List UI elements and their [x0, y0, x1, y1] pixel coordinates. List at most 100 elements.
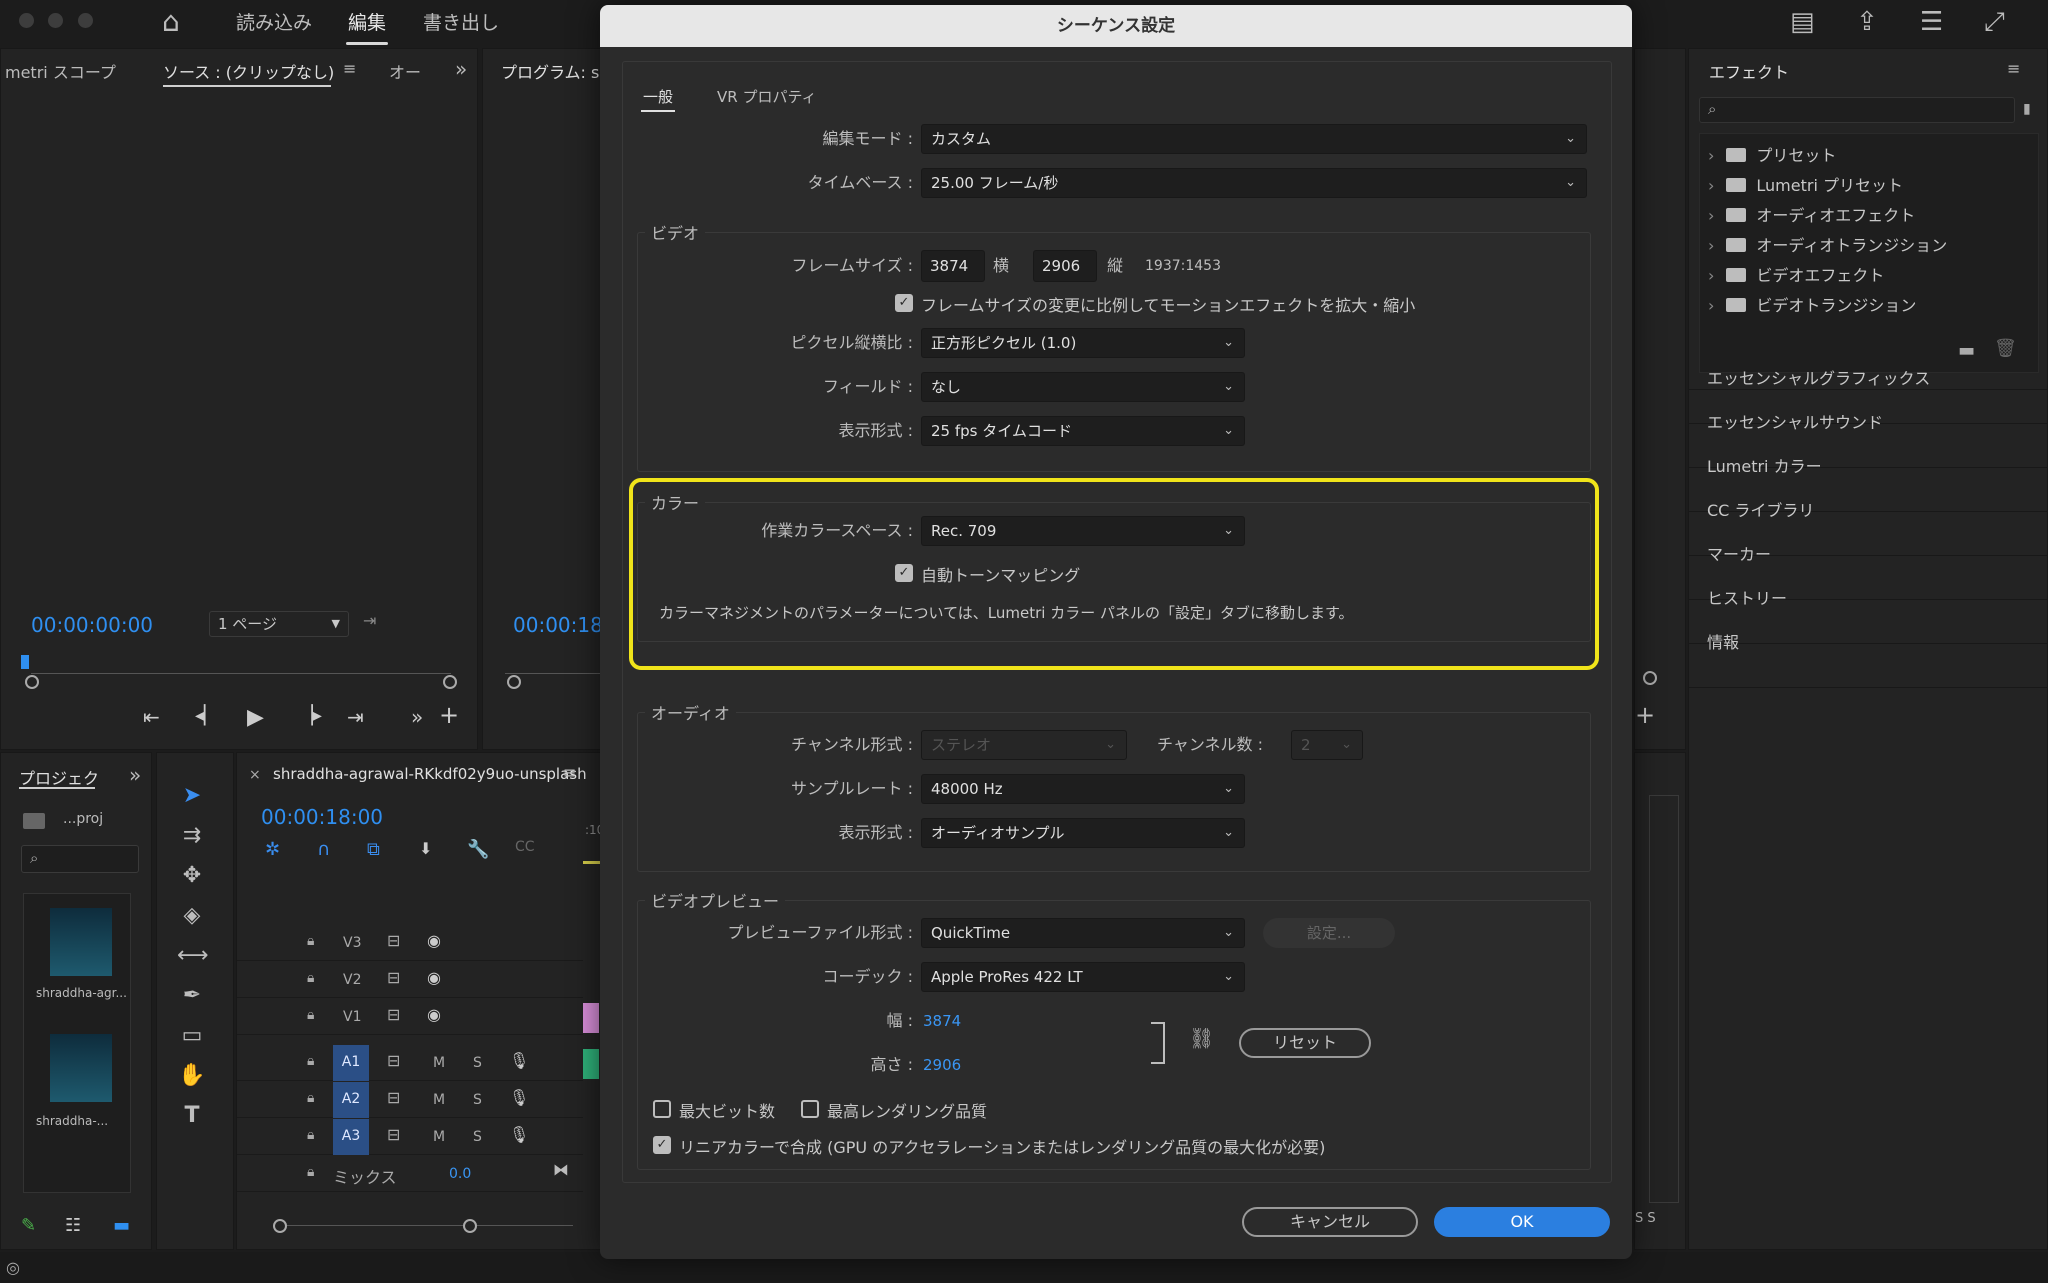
section-markers[interactable]: マーカー: [1707, 541, 1771, 565]
sample-rate-select[interactable]: 48000 Hz ⌄: [921, 774, 1245, 804]
fields-select[interactable]: なし ⌄: [921, 372, 1245, 402]
share-icon[interactable]: ⇪: [1856, 8, 1878, 36]
timeline-scrollbar[interactable]: [273, 1225, 573, 1226]
panel-menu-icon[interactable]: ≡: [343, 59, 356, 78]
mute-button[interactable]: M: [433, 1055, 445, 1071]
max-bit-depth-checkbox[interactable]: [653, 1100, 671, 1118]
lock-icon[interactable]: 🔒︎: [307, 1127, 314, 1143]
preview-height-value[interactable]: 2906: [923, 1050, 961, 1080]
selection-tool-icon[interactable]: ➤: [177, 783, 207, 808]
tab-lumetri-scope[interactable]: metri スコープ: [5, 59, 116, 83]
timebase-select[interactable]: 25.00 フレーム/秒 ⌄: [921, 168, 1587, 198]
track-label[interactable]: A3: [333, 1119, 369, 1155]
clip-thumbnail[interactable]: [50, 908, 112, 976]
edit-mode-select[interactable]: カスタム ⌄: [921, 124, 1587, 154]
lock-icon[interactable]: 🔒︎: [307, 1007, 314, 1023]
more-tabs-icon[interactable]: »: [129, 763, 141, 787]
video-display-select[interactable]: 25 fps タイムコード ⌄: [921, 416, 1245, 446]
creative-cloud-icon[interactable]: ◎: [6, 1258, 20, 1277]
tree-item-video-effects[interactable]: › ビデオエフェクト: [1708, 262, 1884, 286]
preview-settings-button[interactable]: 設定...: [1263, 918, 1395, 948]
tonemap-checkbox[interactable]: ✓: [895, 564, 913, 582]
eye-icon[interactable]: ◉: [427, 968, 441, 987]
tab-program[interactable]: プログラム: sh: [501, 59, 609, 83]
ok-button[interactable]: OK: [1434, 1207, 1610, 1237]
microphone-icon[interactable]: 🎙︎: [509, 1088, 529, 1107]
effects-search-input[interactable]: ⌕: [1699, 97, 2015, 123]
sequence-thumbnail[interactable]: [50, 1034, 112, 1102]
video-clip[interactable]: [583, 1003, 599, 1033]
track-label[interactable]: V3: [343, 935, 361, 951]
section-essential-sound[interactable]: エッセンシャルサウンド: [1707, 409, 1883, 433]
mark-in-icon[interactable]: ⇤: [143, 705, 160, 729]
sync-lock-icon[interactable]: ⊟: [387, 1125, 400, 1144]
timeline-timecode[interactable]: 00:00:18:00: [261, 805, 383, 829]
lock-icon[interactable]: 🔒︎: [307, 1164, 314, 1180]
track-label[interactable]: V2: [343, 972, 361, 988]
effects-title[interactable]: エフェクト: [1709, 59, 1789, 83]
max-render-quality-checkbox[interactable]: [801, 1100, 819, 1118]
frame-height-input[interactable]: 2906: [1033, 250, 1097, 282]
audio-clip[interactable]: [583, 1049, 599, 1079]
frame-width-input[interactable]: 3874: [921, 250, 985, 282]
page-select[interactable]: 1 ページ ▼: [209, 611, 349, 637]
track-label[interactable]: A1: [333, 1045, 369, 1081]
tree-item-video-transitions[interactable]: › ビデオトランジション: [1708, 292, 1916, 316]
close-tab-icon[interactable]: ×: [249, 767, 261, 783]
more-controls-icon[interactable]: »: [411, 705, 423, 729]
section-cc-libraries[interactable]: CC ライブラリ: [1707, 497, 1814, 521]
insert-icon[interactable]: ⇥: [363, 611, 376, 630]
source-playhead[interactable]: [21, 655, 29, 669]
zoom-handle-right[interactable]: [443, 675, 457, 689]
tab-project[interactable]: プロジェク: [19, 765, 99, 789]
panel-menu-icon[interactable]: ≡: [563, 763, 576, 782]
tree-item-presets[interactable]: › プリセット: [1708, 142, 1836, 166]
home-icon[interactable]: ⌂: [162, 8, 180, 36]
mute-button[interactable]: M: [433, 1092, 445, 1108]
ripple-edit-tool-icon[interactable]: ✥: [177, 863, 207, 888]
section-essential-graphics[interactable]: エッセンシャルグラフィックス: [1707, 365, 1930, 389]
solo-button[interactable]: S: [473, 1055, 482, 1071]
mix-value[interactable]: 0.0: [449, 1166, 471, 1182]
nest-icon[interactable]: ✲: [265, 839, 280, 860]
slip-tool-icon[interactable]: ⟷: [177, 943, 209, 968]
project-search-input[interactable]: ⌕: [21, 845, 139, 873]
preview-format-select[interactable]: QuickTime ⌄: [921, 918, 1245, 948]
sync-lock-icon[interactable]: ⊟: [387, 1088, 400, 1107]
program-timecode[interactable]: 00:00:18:: [513, 613, 610, 637]
zoom-handle-right[interactable]: [1643, 671, 1657, 685]
icon-view-icon[interactable]: ▬: [113, 1215, 130, 1236]
linked-selection-icon[interactable]: ⧉: [367, 839, 380, 860]
hand-tool-icon[interactable]: ✋: [177, 1063, 207, 1088]
link-icon[interactable]: ⛓: [1189, 1026, 1214, 1050]
scroll-handle-right[interactable]: [463, 1219, 477, 1233]
add-button-icon[interactable]: +: [439, 701, 459, 729]
channel-format-select[interactable]: ステレオ ⌄: [921, 730, 1127, 760]
track-label[interactable]: A2: [333, 1082, 369, 1118]
solo-button[interactable]: S: [473, 1129, 482, 1145]
section-history[interactable]: ヒストリー: [1707, 585, 1787, 609]
zoom-handle-left[interactable]: [25, 675, 39, 689]
tab-audio-clip-mixer[interactable]: オー: [389, 59, 421, 83]
tab-export[interactable]: 書き出し: [423, 8, 499, 35]
captions-icon[interactable]: CC: [515, 839, 535, 855]
window-close-button[interactable]: [19, 13, 34, 28]
quick-export-icon[interactable]: ▤: [1790, 8, 1815, 36]
solo-labels[interactable]: S S: [1635, 1211, 1656, 1226]
preview-width-value[interactable]: 3874: [923, 1006, 961, 1036]
microphone-icon[interactable]: 🎙︎: [509, 1051, 529, 1070]
play-icon[interactable]: ▶: [247, 705, 264, 730]
new-folder-icon[interactable]: ▬: [1958, 340, 1975, 361]
window-minimize-button[interactable]: [48, 13, 63, 28]
tab-import[interactable]: 読み込み: [236, 8, 312, 35]
pencil-icon[interactable]: ✎: [21, 1215, 36, 1236]
codec-select[interactable]: Apple ProRes 422 LT ⌄: [921, 962, 1245, 992]
linear-color-checkbox[interactable]: ✓: [653, 1136, 671, 1154]
snap-icon[interactable]: ∩: [317, 839, 330, 860]
section-lumetri-color[interactable]: Lumetri カラー: [1707, 453, 1822, 477]
microphone-icon[interactable]: 🎙︎: [509, 1125, 529, 1144]
tree-item-lumetri-presets[interactable]: › Lumetri プリセット: [1708, 172, 1903, 196]
tab-sequence[interactable]: shraddha-agrawal-RKkdf02y9uo-unsplash: [273, 765, 587, 783]
pen-tool-icon[interactable]: ✒: [177, 983, 207, 1008]
tab-source[interactable]: ソース : (クリップなし): [163, 59, 334, 83]
